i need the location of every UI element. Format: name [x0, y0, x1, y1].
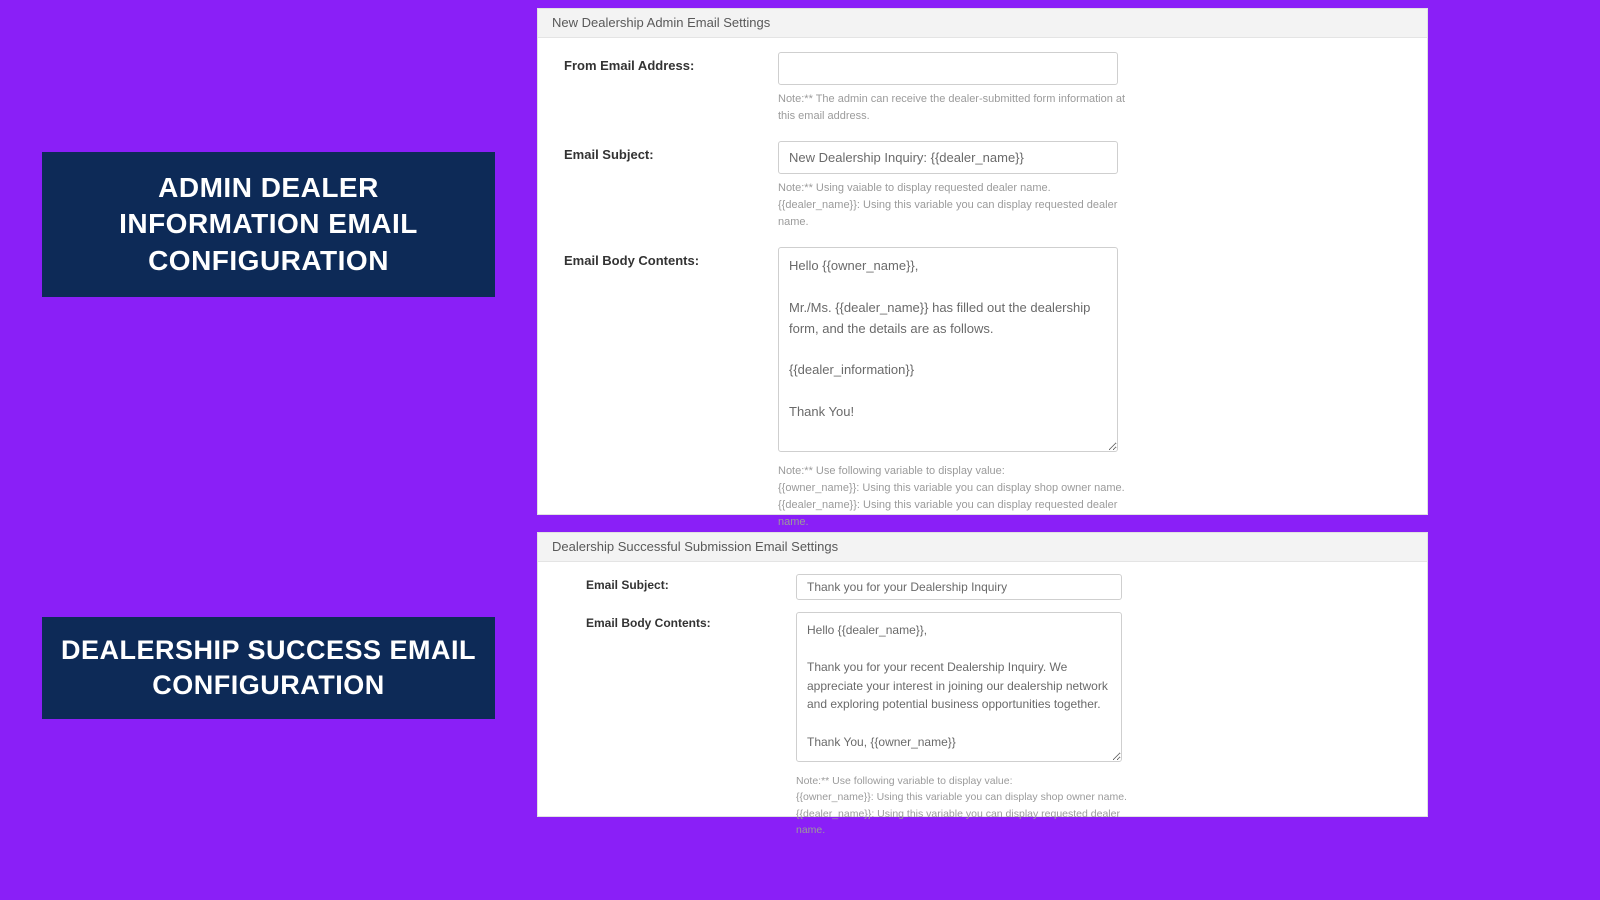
success-subject-label: Email Subject: [586, 574, 796, 592]
admin-body-note2: {{dealer_name}}: Using this variable you… [778, 497, 1128, 531]
admin-panel-header: New Dealership Admin Email Settings [538, 9, 1427, 38]
admin-body-textarea[interactable] [778, 247, 1118, 452]
admin-subject-label: Email Subject: [564, 141, 778, 162]
success-body-note-title: Note:** Use following variable to displa… [796, 773, 1146, 789]
success-body-note2: {{dealer_name}}: Using this variable you… [796, 806, 1146, 839]
admin-subject-input[interactable] [778, 141, 1118, 174]
admin-subject-note2: {{dealer_name}}: Using this variable you… [778, 197, 1128, 231]
admin-email-settings-panel: New Dealership Admin Email Settings From… [537, 8, 1428, 515]
success-subject-input[interactable] [796, 574, 1122, 600]
from-email-input[interactable] [778, 52, 1118, 85]
admin-body-row: Email Body Contents: [564, 247, 1403, 457]
from-email-note-block: Note:** The admin can receive the dealer… [778, 91, 1128, 125]
success-body-textarea[interactable] [796, 612, 1122, 762]
success-body-note1: {{owner_name}}: Using this variable you … [796, 789, 1146, 805]
success-subject-row: Email Subject: [586, 574, 1401, 600]
success-panel-body: Email Subject: Email Body Contents: Note… [538, 562, 1427, 854]
admin-subject-row: Email Subject: [564, 141, 1403, 174]
admin-subject-note1: Note:** Using vaiable to display request… [778, 180, 1128, 197]
admin-body-note1: {{owner_name}}: Using this variable you … [778, 480, 1128, 497]
success-panel-header: Dealership Successful Submission Email S… [538, 533, 1427, 562]
success-body-label: Email Body Contents: [586, 612, 796, 630]
left-label-admin-email: ADMIN DEALER INFORMATION EMAIL CONFIGURA… [42, 152, 495, 297]
admin-body-label: Email Body Contents: [564, 247, 778, 268]
success-email-settings-panel: Dealership Successful Submission Email S… [537, 532, 1428, 817]
admin-subject-note-block: Note:** Using vaiable to display request… [778, 180, 1128, 231]
left-label-success-email: DEALERSHIP SUCCESS EMAIL CONFIGURATION [42, 617, 495, 719]
success-body-note-block: Note:** Use following variable to displa… [796, 773, 1146, 838]
success-body-row: Email Body Contents: [586, 612, 1401, 767]
from-email-row: From Email Address: [564, 52, 1403, 85]
admin-body-note-title: Note:** Use following variable to displa… [778, 463, 1128, 480]
from-email-note: Note:** The admin can receive the dealer… [778, 91, 1128, 125]
from-email-label: From Email Address: [564, 52, 778, 73]
admin-panel-body: From Email Address: Note:** The admin ca… [538, 38, 1427, 600]
